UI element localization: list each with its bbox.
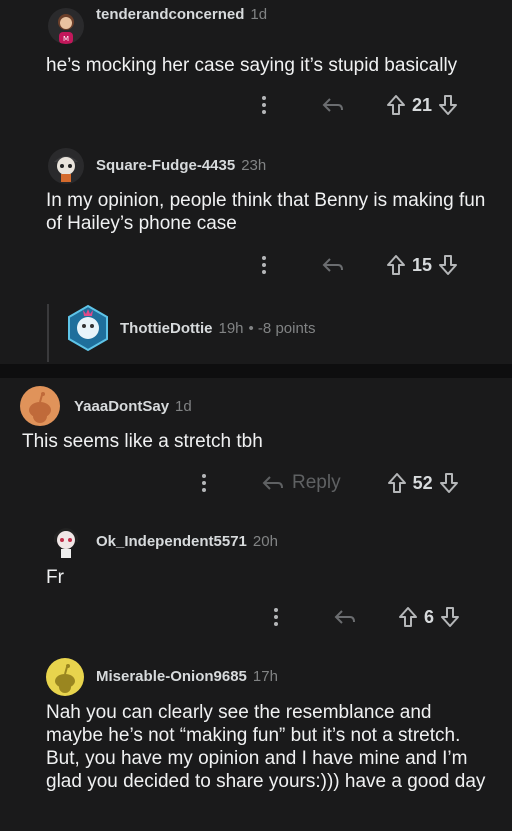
more-options-icon[interactable] [262,96,266,114]
username[interactable]: YaaaDontSay [74,398,169,415]
snoo-avatar-icon [29,392,51,423]
more-options-icon[interactable] [202,474,206,492]
user-avatar-icon [54,528,78,558]
comment-meta: Ok_Independent5571 20h [96,533,278,550]
avatar[interactable] [48,520,84,560]
more-options-icon[interactable] [262,256,266,274]
upvote-icon[interactable] [398,606,418,628]
timestamp: 1d [250,6,268,23]
snoo-avatar-icon [55,664,75,693]
timestamp: 23h [241,157,267,174]
comment-text: he’s mocking her case saying it’s stupid… [46,55,458,76]
thread-line[interactable] [47,304,49,362]
timestamp: 19h [218,320,244,337]
username[interactable]: Ok_Independent5571 [96,533,247,550]
comment-text: In my opinion, people think that Benny i… [46,190,486,234]
reply-icon[interactable] [322,256,344,274]
user-avatar-icon [54,156,78,182]
timestamp: 1d [175,398,192,415]
points-info: • -8 points [248,320,316,337]
comment-meta: ThottieDottie 19h • -8 points [120,320,315,337]
more-options-icon[interactable] [274,608,278,626]
vote-score: 21 [412,94,433,115]
reply-label: Reply [292,472,341,493]
comment-meta: Miserable-Onion9685 17h [96,668,278,685]
svg-text:M: M [63,35,69,43]
comment-text: Fr [46,567,64,588]
user-avatar-icon: M [58,14,74,44]
timestamp: 17h [252,668,278,685]
timestamp: 20h [252,533,278,550]
downvote-icon[interactable] [438,94,458,116]
comment-actions: Reply 52 [202,472,459,494]
reply-icon[interactable] [322,96,344,114]
comment-text: Nah you can clearly see the resemblance … [46,702,486,792]
comment-actions: 21 [262,94,458,116]
upvote-icon[interactable] [386,254,406,276]
reply-icon [262,476,283,490]
vote-score: 15 [412,254,433,275]
username[interactable]: Miserable-Onion9685 [96,668,247,685]
vote-score: 52 [412,472,433,493]
avatar[interactable] [48,148,84,184]
downvote-icon[interactable] [440,606,460,628]
avatar[interactable] [66,304,110,352]
username[interactable]: Square-Fudge-4435 [96,157,235,174]
username[interactable]: ThottieDottie [120,320,212,337]
reply-button[interactable]: Reply [262,472,341,494]
comment-actions: 6 [274,606,460,628]
comment-meta: Square-Fudge-4435 23h [96,157,266,174]
user-avatar-icon [68,304,108,352]
reply-icon[interactable] [334,608,356,626]
upvote-icon[interactable] [387,472,407,494]
avatar[interactable] [20,386,60,426]
avatar[interactable] [46,658,84,696]
comment-meta: YaaaDontSay 1d [74,398,192,415]
upvote-icon[interactable] [386,94,406,116]
username[interactable]: tenderandconcerned [96,6,244,23]
vote-score: 6 [424,606,435,627]
comment-text: This seems like a stretch tbh [22,431,263,452]
downvote-icon[interactable] [438,254,458,276]
downvote-icon[interactable] [439,472,459,494]
avatar[interactable]: M [48,8,84,44]
thread-divider [0,364,512,378]
comment-actions: 15 [262,254,458,276]
comment-meta: tenderandconcerned 1d [96,6,267,23]
